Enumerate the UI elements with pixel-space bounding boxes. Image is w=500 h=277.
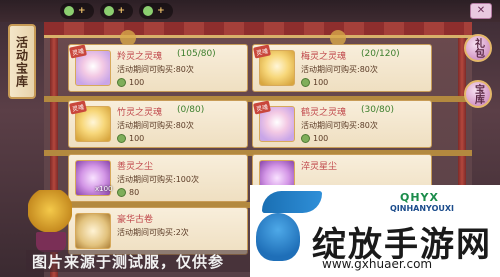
watermark-banner: 图片来源于测试服，仅供参 [26,250,266,272]
item-price: 100 [117,134,144,143]
item-quantity: x100 [95,185,113,193]
tab-activity-treasury[interactable]: 活动宝库 [8,24,36,99]
jade-coin-icon [117,134,126,143]
logo-url: www.gxhuaer.com [322,257,433,271]
logo-brand: QHYX [400,191,440,204]
close-button[interactable]: ✕ [470,3,492,19]
flower-pot-decoration [36,232,66,252]
item-count: (105/80) [177,49,216,59]
jade-coin-icon [117,78,126,87]
purchase-limit: 活动期间可购买:2次 [117,228,189,237]
jade-coin-icon [143,6,154,16]
shop-item-card[interactable]: 灵魂 羚灵之灵魂 (105/80) 活动期间可购买:80次 100 [68,44,248,92]
shop-item-card[interactable]: 豪华古卷 活动期间可购买:2次 [68,207,248,255]
item-count: (0/80) [177,105,205,115]
shop-item-card[interactable]: 灵魂 鹤灵之灵魂 (30/80) 活动期间可购买:80次 100 [252,100,432,148]
jade-coin-icon [117,188,126,197]
item-name: 善灵之尘 [117,162,154,172]
site-logo-overlay: QHYX QINHANYOUXI 绽放手游网 www.gxhuaer.com [250,185,500,277]
add-resource-button[interactable]: + [157,6,165,16]
item-name: 淬灵星尘 [301,162,338,172]
item-name: 羚灵之灵魂 [117,52,163,62]
item-price: 100 [117,78,144,87]
item-name: 鹤灵之灵魂 [301,108,347,118]
item-count: (20/120) [361,49,400,59]
top-resource-bar: + + + [0,0,500,22]
purchase-limit: 活动期间可购买:80次 [301,65,378,74]
item-price: 100 [301,78,328,87]
purchase-limit: 活动期间可购买:100次 [117,175,199,184]
item-name: 竹灵之灵魂 [117,108,163,118]
purchase-limit: 活动期间可购买:80次 [301,121,378,130]
resource-counter[interactable]: + [139,3,173,19]
item-name: 豪华古卷 [117,215,154,225]
item-name: 梅灵之灵魂 [301,52,347,62]
add-resource-button[interactable]: + [78,6,86,16]
purchase-limit: 活动期间可购买:80次 [117,65,194,74]
shop-awning [44,22,472,38]
ancient-scroll-icon [75,213,111,249]
shop-item-card[interactable]: 灵魂 竹灵之灵魂 (0/80) 活动期间可购买:80次 100 [68,100,248,148]
shop-item-card[interactable]: 灵魂 梅灵之灵魂 (20/120) 活动期间可购买:80次 100 [252,44,432,92]
add-resource-button[interactable]: + [118,6,126,16]
jade-coin-icon [103,6,114,16]
octopus-logo-icon [256,213,300,261]
item-price: 80 [117,188,139,197]
jade-coin-icon [301,134,310,143]
resource-counter[interactable]: + [99,3,134,19]
jade-coin-icon [301,78,310,87]
item-count: (30/80) [361,105,394,115]
gift-pack-button[interactable]: 礼包 [464,34,492,62]
shop-item-card[interactable]: x100 善灵之尘 活动期间可购买:100次 80 [68,154,248,202]
treasury-button[interactable]: 宝库 [464,80,492,108]
jade-coin-icon [64,6,74,16]
item-price: 100 [301,134,328,143]
logo-brand-sub: QINHANYOUXI [390,204,455,213]
whale-logo-icon [262,191,322,213]
resource-counter[interactable]: + [60,3,94,19]
purchase-limit: 活动期间可购买:80次 [117,121,194,130]
